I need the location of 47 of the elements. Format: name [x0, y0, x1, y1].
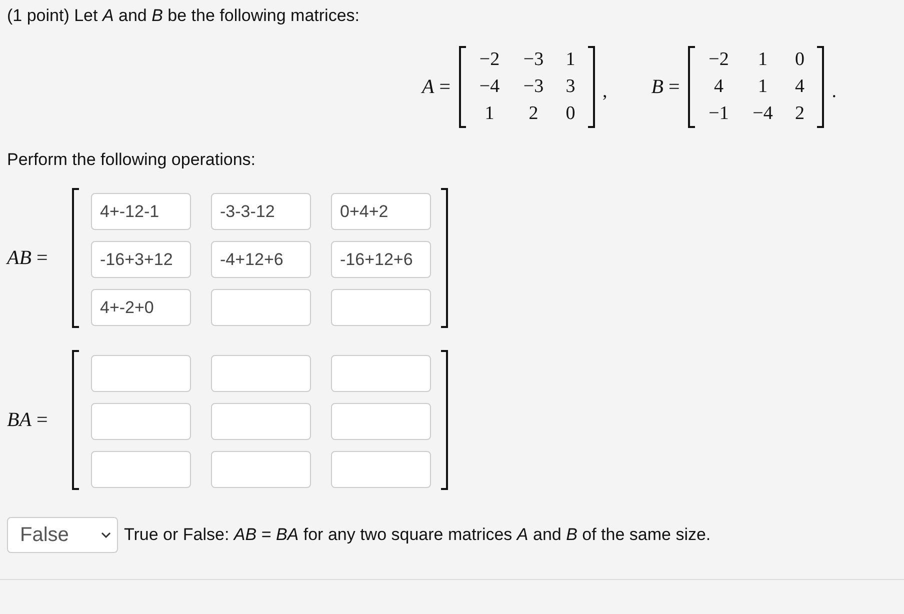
- punctuation: .: [832, 81, 836, 103]
- answer-field[interactable]: [331, 289, 431, 326]
- matrix-label: AB =: [7, 246, 49, 270]
- punctuation: ,: [602, 81, 608, 103]
- matrix-entry: 1: [566, 48, 576, 71]
- matrix-entry: 2: [528, 103, 538, 126]
- answer-field[interactable]: 4+-2+0: [91, 289, 191, 326]
- answer-field[interactable]: -4+12+6: [211, 241, 311, 278]
- matrix-entry: 0: [566, 103, 576, 126]
- instruction-text: Perform the following operations:: [7, 150, 257, 170]
- matrix-entry: −4: [752, 103, 773, 126]
- matrix-label: B =: [651, 76, 680, 98]
- answer-field[interactable]: -16+12+6: [331, 241, 431, 278]
- answer-field[interactable]: [211, 289, 311, 326]
- problem-intro: (1 point) Let A and B be the following matrices:: [7, 6, 360, 27]
- answer-dropdown[interactable]: False: [7, 517, 118, 553]
- matrix-entry: −2: [479, 48, 500, 71]
- answer-field[interactable]: -16+3+12: [91, 241, 191, 278]
- answer-field[interactable]: [211, 451, 311, 488]
- matrix-entry: 2: [795, 103, 804, 126]
- answer-field[interactable]: [91, 451, 191, 488]
- answer-field[interactable]: [211, 403, 311, 440]
- answer-field[interactable]: [331, 451, 431, 488]
- question-statement: True or False: AB = BA for any two square matrices A and B of the same size.: [124, 525, 711, 545]
- matrix-entry: −2: [708, 48, 729, 71]
- matrix-entry: 4: [795, 76, 804, 98]
- matrix-entry: 1: [758, 76, 768, 98]
- answer-field[interactable]: -3-3-12: [211, 193, 311, 230]
- matrix-entry: 1: [484, 103, 494, 126]
- caret-icon: [101, 532, 111, 538]
- answer-field[interactable]: [211, 355, 311, 392]
- answer-field[interactable]: 0+4+2: [331, 193, 431, 230]
- matrix-entry: −3: [523, 76, 544, 98]
- matrix-label: A =: [422, 76, 450, 98]
- answer-field[interactable]: [91, 403, 191, 440]
- matrix-label: BA =: [7, 408, 49, 432]
- answer-field[interactable]: [331, 403, 431, 440]
- answer-field[interactable]: [91, 355, 191, 392]
- matrix-entry: 1: [758, 48, 768, 71]
- matrix-entry: −1: [708, 103, 729, 126]
- matrix-entry: 0: [795, 48, 804, 71]
- matrix-entry: −3: [523, 48, 544, 71]
- matrix-entry: 4: [714, 76, 724, 98]
- answer-field[interactable]: [331, 355, 431, 392]
- answer-field[interactable]: 4+-12-1: [91, 193, 191, 230]
- matrix-entry: 3: [566, 76, 576, 98]
- matrix-entry: −4: [479, 76, 500, 98]
